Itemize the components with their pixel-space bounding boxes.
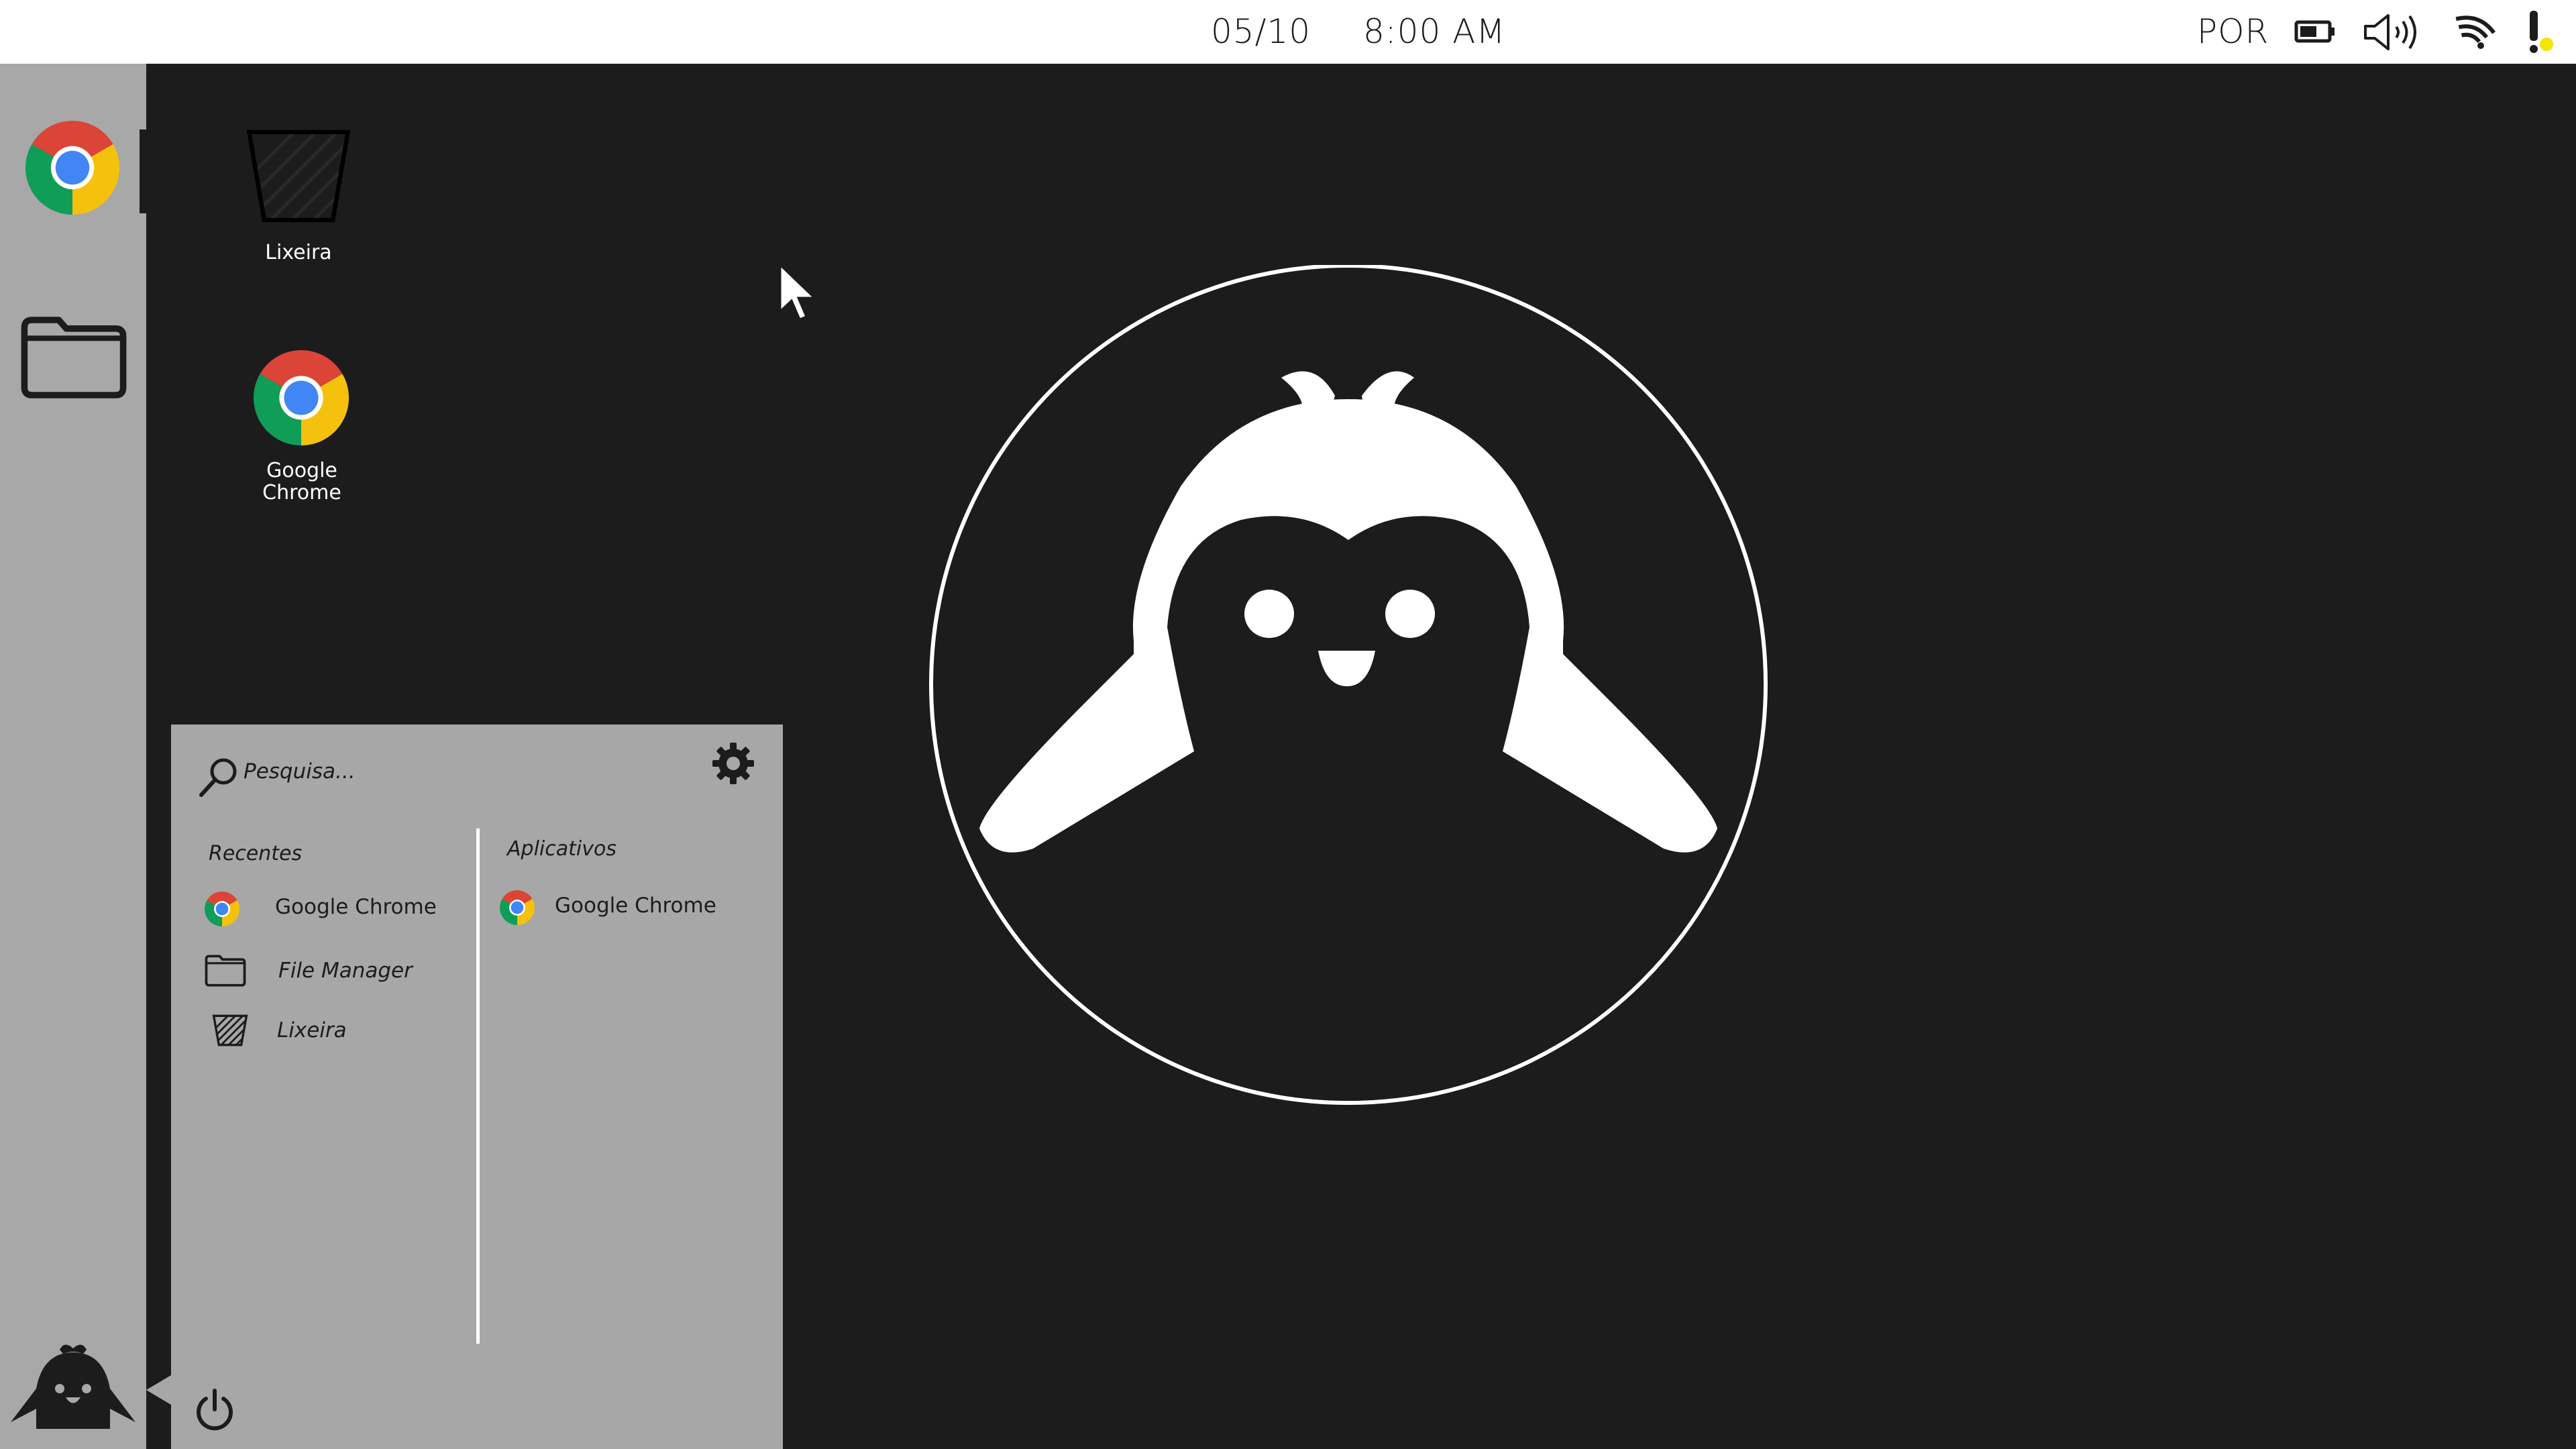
search-input[interactable] — [244, 754, 552, 789]
search-bar[interactable] — [191, 745, 567, 798]
search-icon — [199, 758, 237, 797]
mouse-cursor-icon — [779, 263, 817, 321]
date-label[interactable]: 05/10 — [1211, 0, 1311, 64]
top-bar: 05/10 8:00 AM POR — [0, 0, 2576, 64]
menu-divider — [476, 828, 480, 1344]
recent-section-title: Recentes — [209, 842, 303, 865]
penguin-logo — [929, 265, 1768, 1105]
desktop-icon-label: Lixeira — [265, 241, 332, 264]
apps-section-title: Aplicativos — [507, 837, 616, 861]
folder-icon — [205, 954, 246, 987]
power-icon[interactable] — [191, 1385, 238, 1432]
chrome-icon — [205, 892, 239, 926]
desktop-icon-chrome[interactable]: Google Chrome — [228, 349, 376, 510]
chrome-icon — [500, 890, 535, 925]
notification-alert-icon[interactable] — [2522, 11, 2553, 58]
dock-chrome-icon[interactable] — [25, 121, 119, 215]
trash-icon — [245, 127, 352, 225]
recent-item-label: File Manager — [278, 959, 413, 983]
recent-item-trash[interactable]: Lixeira — [205, 1010, 466, 1051]
chrome-icon — [254, 350, 349, 445]
gear-icon[interactable] — [710, 740, 757, 787]
recent-item-file-manager[interactable]: File Manager — [205, 950, 466, 991]
desktop-icon-trash[interactable]: Lixeira — [235, 127, 362, 275]
menu-pointer — [146, 1375, 171, 1405]
app-item-chrome[interactable]: Google Chrome — [500, 885, 761, 926]
desktop-icon-label: Chrome — [262, 481, 341, 504]
wifi-icon[interactable] — [2450, 13, 2496, 51]
battery-icon[interactable] — [2294, 20, 2336, 43]
app-item-label: Google Chrome — [555, 894, 716, 918]
language-indicator[interactable]: POR — [2197, 0, 2269, 64]
clock-label[interactable]: 8:00 AM — [1363, 0, 1506, 64]
recent-item-label: Google Chrome — [275, 895, 437, 919]
active-app-indicator — [140, 129, 146, 213]
volume-icon[interactable] — [2363, 12, 2424, 52]
desktop-icon-label: Google — [266, 459, 337, 482]
start-menu: Recentes Google Chrome File Manager Lixe… — [171, 724, 783, 1449]
trash-icon — [211, 1014, 249, 1047]
recent-item-chrome[interactable]: Google Chrome — [205, 886, 466, 928]
penguin-launcher-icon[interactable] — [9, 1335, 137, 1442]
recent-item-label: Lixeira — [277, 1018, 347, 1042]
dock-folder-icon[interactable] — [20, 311, 127, 405]
dock — [0, 64, 146, 1449]
